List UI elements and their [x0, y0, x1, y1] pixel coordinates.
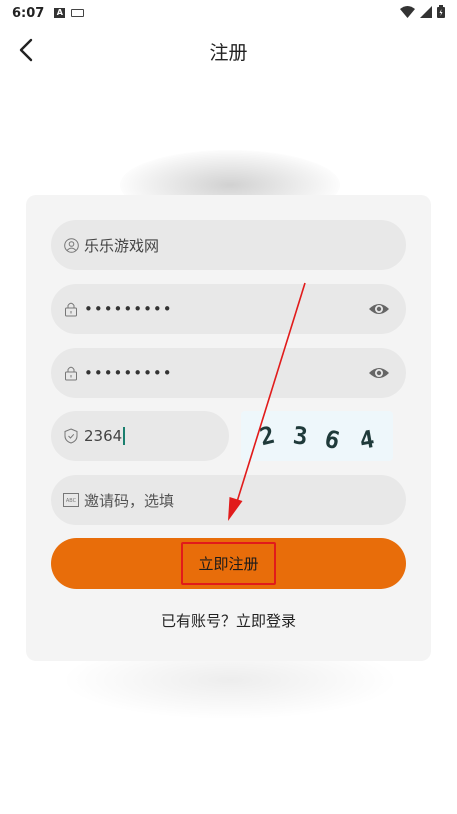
eye-icon[interactable]: [368, 362, 390, 384]
app-header: 注册: [0, 26, 457, 74]
user-icon: [63, 237, 79, 253]
password-field[interactable]: •••••••••: [51, 284, 406, 334]
captcha-value: 2364: [84, 427, 123, 445]
a-notification-icon: A: [54, 8, 66, 18]
invite-code-field[interactable]: ABC 邀请码，选填: [51, 475, 406, 525]
text-cursor: [123, 427, 126, 445]
battery-icon: [437, 5, 445, 18]
captcha-digit: 3: [291, 421, 310, 451]
captcha-field[interactable]: 2364: [51, 411, 229, 461]
lock-icon: [63, 301, 79, 317]
keyboard-icon: [71, 9, 85, 17]
register-button-label: 立即注册: [181, 542, 276, 585]
confirm-password-value: •••••••••: [84, 364, 173, 382]
lock-icon: [63, 365, 79, 381]
wifi-icon: [400, 5, 415, 18]
captcha-digit: 6: [322, 424, 343, 456]
eye-icon[interactable]: [368, 298, 390, 320]
password-value: •••••••••: [84, 300, 173, 318]
status-time: 6:07: [12, 5, 45, 21]
abc-icon: ABC: [63, 492, 79, 508]
register-button[interactable]: 立即注册: [51, 538, 406, 589]
captcha-image[interactable]: 2 3 6 4: [241, 411, 393, 461]
page-title: 注册: [209, 42, 248, 64]
captcha-digit: 2: [257, 420, 278, 452]
confirm-password-field[interactable]: •••••••••: [51, 348, 406, 398]
captcha-digit: 4: [357, 424, 377, 455]
status-bar: 6:07 A: [0, 0, 457, 26]
signal-icon: [420, 5, 432, 18]
invite-code-placeholder: 邀请码，选填: [84, 491, 175, 510]
svg-text:ABC: ABC: [66, 498, 77, 504]
username-field[interactable]: 乐乐游戏网: [51, 220, 406, 270]
username-value: 乐乐游戏网: [84, 236, 160, 255]
shield-icon: [63, 428, 79, 444]
login-link[interactable]: 已有账号？立即登录: [0, 610, 457, 631]
